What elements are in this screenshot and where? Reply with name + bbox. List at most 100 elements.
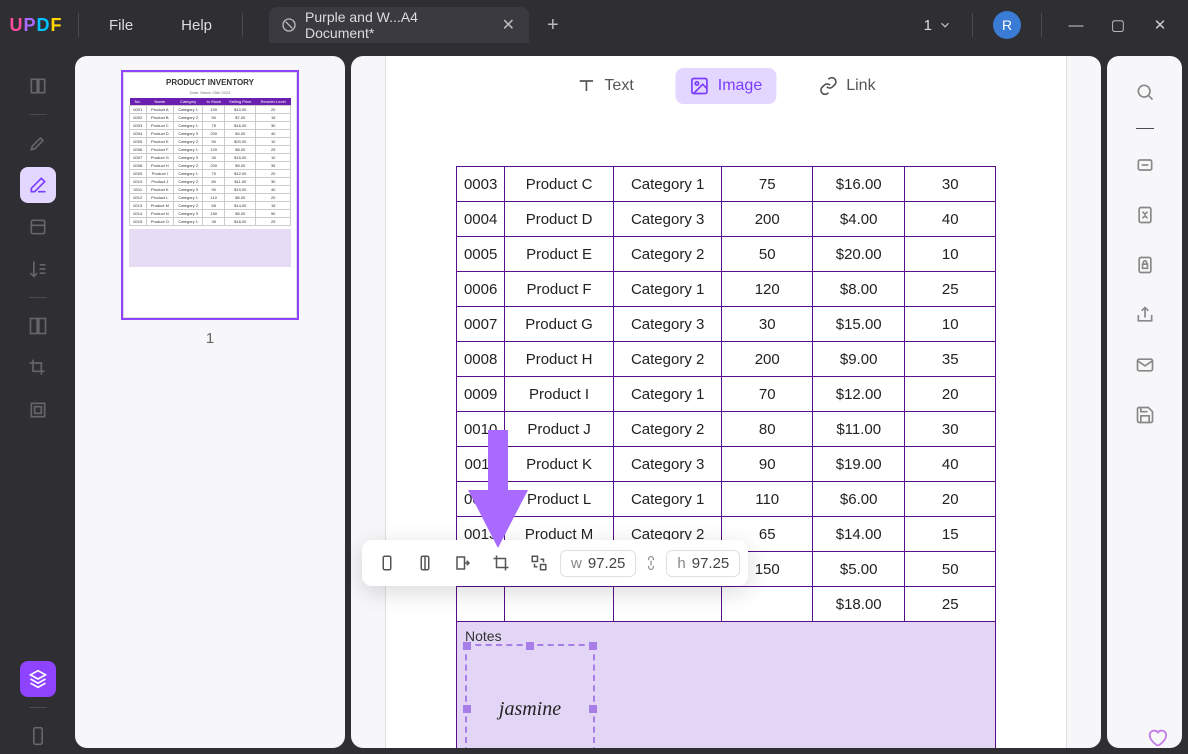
table-cell: $19.00 <box>812 447 905 482</box>
tool-watermark[interactable] <box>20 392 56 428</box>
table-row: 0003Product CCategory 175$16.0030 <box>457 167 996 202</box>
signature-selection[interactable]: jasmine <box>465 644 595 748</box>
table-cell: 0003 <box>457 167 505 202</box>
tool-compare[interactable] <box>20 308 56 344</box>
signature-image: jasmine <box>499 698 561 721</box>
table-cell: 30 <box>905 167 996 202</box>
close-window-button[interactable]: ✕ <box>1146 16 1174 34</box>
table-cell: Category 2 <box>613 412 722 447</box>
height-input[interactable]: h 97.25 <box>666 550 740 577</box>
link-dimensions-button[interactable] <box>640 554 662 572</box>
table-cell: Product H <box>505 342 614 377</box>
separator <box>972 13 973 37</box>
table-row: $18.0025 <box>457 587 996 622</box>
table-cell: 0011 <box>457 447 505 482</box>
resize-handle[interactable] <box>589 642 597 650</box>
resize-handle[interactable] <box>463 642 471 650</box>
document-tab[interactable]: Purple and W...A4 Document* ✕ <box>269 7 529 43</box>
table-cell: $5.00 <box>812 552 905 587</box>
tool-layers[interactable] <box>20 661 56 697</box>
table-cell: 25 <box>905 272 996 307</box>
table-row: 0009Product ICategory 170$12.0020 <box>457 377 996 412</box>
tool-organize[interactable] <box>20 209 56 245</box>
table-cell: Category 3 <box>613 447 722 482</box>
resize-handle[interactable] <box>589 705 597 713</box>
page-indicator[interactable]: 1 <box>924 17 952 34</box>
table-cell: 30 <box>905 412 996 447</box>
crop-button[interactable] <box>484 546 518 580</box>
tool-crop[interactable] <box>20 350 56 386</box>
table-cell: 80 <box>722 412 813 447</box>
table-cell: $4.00 <box>812 202 905 237</box>
maximize-button[interactable]: ▢ <box>1104 16 1132 34</box>
chevron-down-icon <box>938 18 952 32</box>
table-cell: Category 1 <box>613 482 722 517</box>
menu-file[interactable]: File <box>85 17 157 34</box>
width-label: w <box>571 555 582 572</box>
tool-reader[interactable] <box>20 68 56 104</box>
width-value: 97.25 <box>588 555 626 572</box>
mode-image[interactable]: Image <box>676 68 776 104</box>
width-input[interactable]: w 97.25 <box>560 550 636 577</box>
resize-handle[interactable] <box>463 705 471 713</box>
extract-button[interactable] <box>446 546 480 580</box>
resize-handle[interactable] <box>526 642 534 650</box>
tool-protect[interactable] <box>1127 247 1163 283</box>
table-cell: 10 <box>905 237 996 272</box>
menu-help[interactable]: Help <box>157 17 236 34</box>
mode-text[interactable]: Text <box>562 68 647 104</box>
table-cell: 30 <box>722 307 813 342</box>
table-cell: $18.00 <box>812 587 905 622</box>
table-cell: 35 <box>905 342 996 377</box>
table-cell: 10 <box>905 307 996 342</box>
table-cell: Product L <box>505 482 614 517</box>
tool-compress[interactable] <box>1127 197 1163 233</box>
table-row: 0005Product ECategory 250$20.0010 <box>457 237 996 272</box>
table-cell: 0008 <box>457 342 505 377</box>
close-tab-button[interactable]: ✕ <box>498 15 519 35</box>
height-value: 97.25 <box>692 555 730 572</box>
table-cell: Product G <box>505 307 614 342</box>
table-cell: $14.00 <box>812 517 905 552</box>
table-row: 0012Product LCategory 1110$6.0020 <box>457 482 996 517</box>
table-cell: $12.00 <box>812 377 905 412</box>
document-page: 0003Product CCategory 175$16.00300004Pro… <box>386 56 1066 748</box>
minimize-button[interactable]: — <box>1062 17 1090 34</box>
thumb-title: PRODUCT INVENTORY <box>129 78 291 87</box>
table-cell: Product E <box>505 237 614 272</box>
table-cell: $8.00 <box>812 272 905 307</box>
tool-ocr[interactable] <box>1127 147 1163 183</box>
page-thumbnail[interactable]: PRODUCT INVENTORY Date: March 25th 2024 … <box>121 70 299 320</box>
table-cell: Product K <box>505 447 614 482</box>
tool-edit[interactable] <box>20 167 56 203</box>
replace-button[interactable] <box>522 546 556 580</box>
tool-share[interactable] <box>1127 297 1163 333</box>
avatar[interactable]: R <box>993 11 1021 39</box>
table-cell: 20 <box>905 377 996 412</box>
table-cell: $9.00 <box>812 342 905 377</box>
table-cell: Product J <box>505 412 614 447</box>
table-cell: 20 <box>905 482 996 517</box>
tool-search[interactable] <box>1127 74 1163 110</box>
table-cell: 15 <box>905 517 996 552</box>
table-cell: 90 <box>722 447 813 482</box>
notes-block: Notes jasmine <box>456 622 996 748</box>
table-cell: Product I <box>505 377 614 412</box>
rotate-right-button[interactable] <box>408 546 442 580</box>
add-tab-button[interactable]: + <box>547 14 559 37</box>
table-cell: Category 3 <box>613 202 722 237</box>
table-cell: 0010 <box>457 412 505 447</box>
tool-email[interactable] <box>1127 347 1163 383</box>
text-icon <box>576 76 596 96</box>
document-canvas[interactable]: Text Image Link 0003Product CCategory 17… <box>351 56 1101 748</box>
image-edit-toolbar: w 97.25 h 97.25 <box>362 540 748 586</box>
tool-fill-sign[interactable] <box>20 251 56 287</box>
table-cell: Product C <box>505 167 614 202</box>
rotate-left-button[interactable] <box>370 546 404 580</box>
table-cell: 25 <box>905 587 996 622</box>
tool-highlight[interactable] <box>20 125 56 161</box>
tool-phone[interactable] <box>20 718 56 754</box>
no-edit-icon <box>281 17 297 33</box>
tool-save[interactable] <box>1127 397 1163 433</box>
mode-link[interactable]: Link <box>804 68 889 104</box>
